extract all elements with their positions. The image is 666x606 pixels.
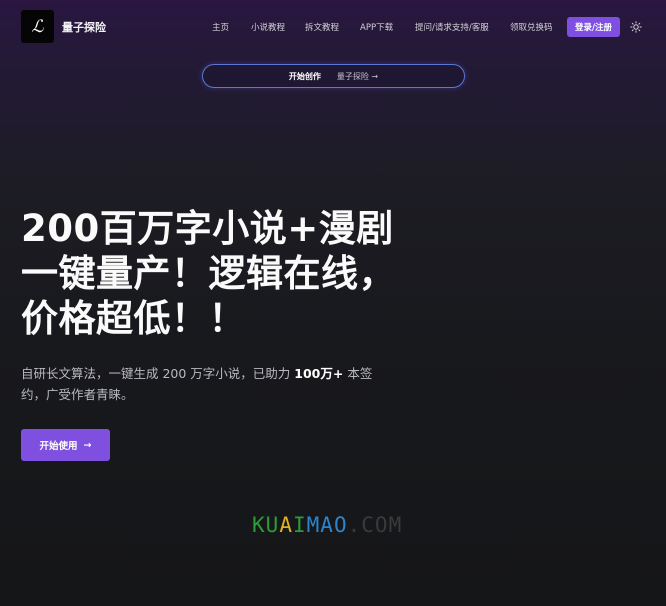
nav-item-breakdown-tutorial[interactable]: 拆文教程 (305, 21, 339, 33)
watermark-letter: O (333, 513, 348, 537)
watermark-letter: A (320, 513, 334, 537)
announcement-primary: 开始创作 (288, 71, 321, 81)
get-started-button[interactable]: 开始使用 → (21, 429, 110, 461)
hero-desc-part1: 自研长文算法，一键生成 200 万字小说，已助力 (21, 366, 295, 381)
watermark-letter: M (388, 513, 403, 537)
watermark-letter: C (361, 513, 375, 537)
watermark-letter: U (265, 513, 280, 537)
watermark-letter: O (374, 513, 389, 537)
nav-item-app-download[interactable]: APP下载 (360, 21, 393, 33)
announcement-pill[interactable]: 开始创作 量子探险 → (202, 64, 465, 88)
watermark-letter: M (306, 513, 321, 537)
watermark-letter: I (292, 513, 307, 537)
watermark-letter: A (279, 513, 293, 537)
nav-item-redeem-code[interactable]: 领取兑换码 (510, 21, 553, 33)
get-started-label: 开始使用 (39, 441, 78, 452)
hero-title-line-1: 200百万字小说+漫剧 (21, 207, 394, 250)
login-register-button[interactable]: 登录/注册 (567, 17, 620, 37)
watermark-letter: . (347, 513, 362, 537)
watermark: KUAIMAO.COM (252, 513, 402, 537)
top-navigation-bar: ℒ 量子探险 主页 小说教程 拆文教程 APP下载 提问/请求支持/客服 领取兑… (0, 0, 666, 56)
nav-item-support[interactable]: 提问/请求支持/客服 (415, 21, 489, 33)
hero-title-line-3: 价格超低！！ (21, 297, 246, 340)
hero-desc-highlight: 100万+ (294, 366, 344, 381)
hero-description: 自研长文算法，一键生成 200 万字小说，已助力 100万+ 本签约，广受作者青… (21, 363, 391, 405)
hero-title: 200百万字小说+漫剧 一键量产！逻辑在线， 价格超低！！ (21, 206, 441, 341)
nav-item-novel-tutorial[interactable]: 小说教程 (251, 21, 285, 33)
announcement-secondary: 量子探险 → (336, 71, 379, 81)
hero-title-line-2: 一键量产！逻辑在线， (21, 252, 396, 295)
nav-item-home[interactable]: 主页 (212, 21, 229, 33)
sun-icon[interactable] (630, 21, 642, 33)
watermark-letter: K (252, 513, 266, 537)
arrow-right-icon: → (83, 439, 92, 451)
